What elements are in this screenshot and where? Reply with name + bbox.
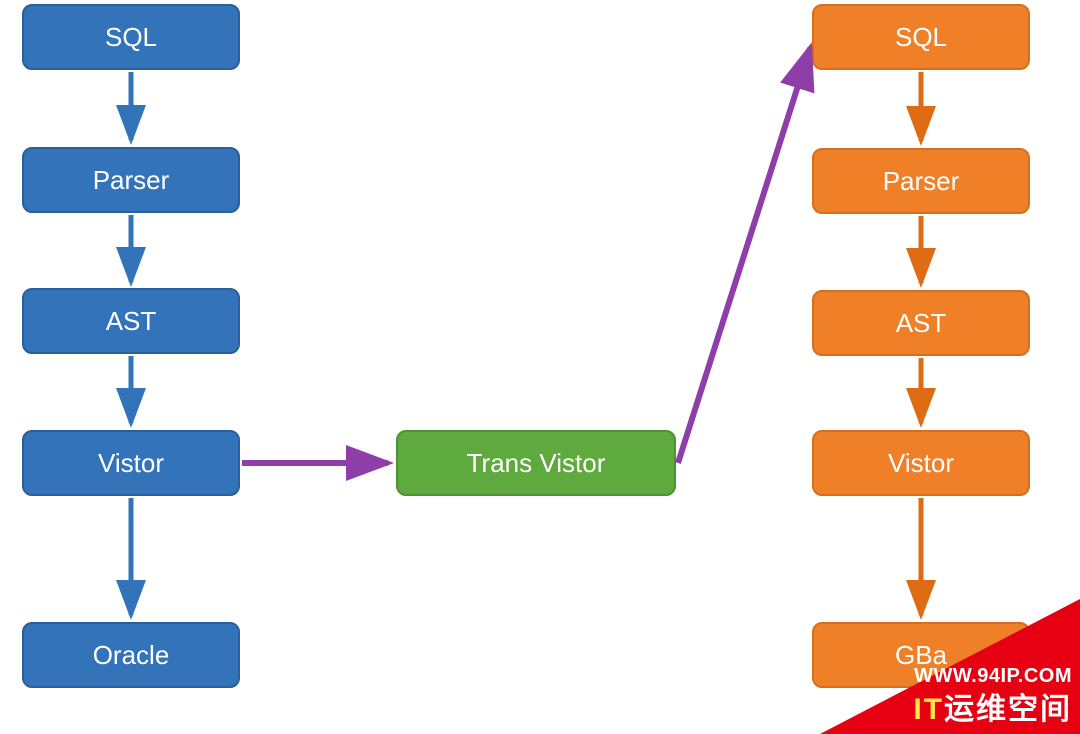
arrow-trans-to-sql-right [678, 48, 810, 463]
label: AST [106, 306, 157, 337]
node-trans-vistor: Trans Vistor [396, 430, 676, 496]
node-vistor-left: Vistor [22, 430, 240, 496]
node-parser-right: Parser [812, 148, 1030, 214]
node-oracle: Oracle [22, 622, 240, 688]
label: Oracle [93, 640, 170, 671]
label: Parser [883, 166, 960, 197]
node-sql-left: SQL [22, 4, 240, 70]
node-sql-right: SQL [812, 4, 1030, 70]
node-ast-left: AST [22, 288, 240, 354]
label: Vistor [98, 448, 164, 479]
label: Trans Vistor [467, 448, 606, 479]
node-parser-left: Parser [22, 147, 240, 213]
watermark-brand-suffix: 运维空间 [944, 693, 1072, 726]
watermark-brand: IT运维空间 [913, 684, 1072, 728]
node-ast-right: AST [812, 290, 1030, 356]
label: AST [896, 308, 947, 339]
label: SQL [895, 22, 947, 53]
label: Parser [93, 165, 170, 196]
label: SQL [105, 22, 157, 53]
label: Vistor [888, 448, 954, 479]
watermark-brand-prefix: IT [913, 693, 944, 726]
node-vistor-right: Vistor [812, 430, 1030, 496]
